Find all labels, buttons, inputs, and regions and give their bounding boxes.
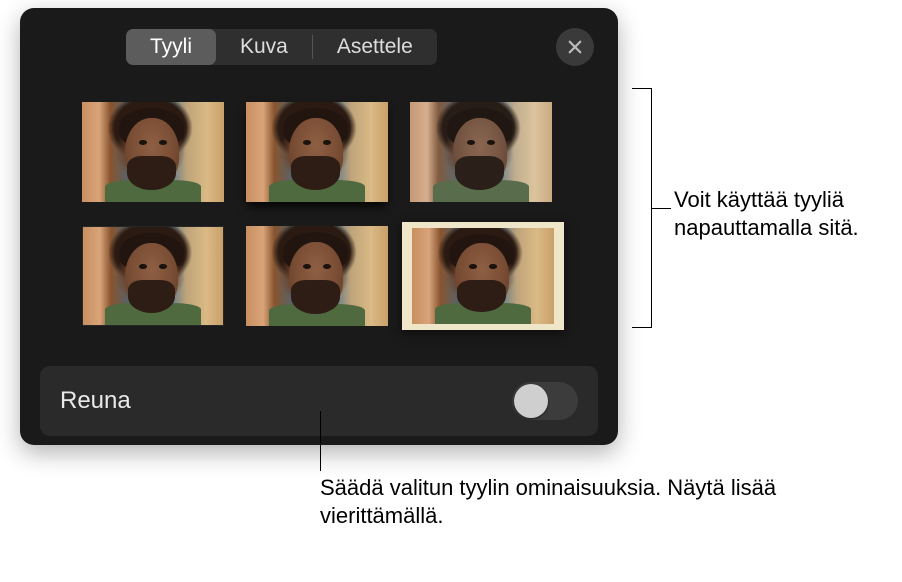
border-row: Reuna — [40, 366, 598, 436]
style-option-2[interactable] — [246, 102, 388, 202]
tabs-group: Tyyli Kuva Asettele — [126, 29, 437, 65]
border-label: Reuna — [60, 387, 131, 415]
tab-bar: Tyyli Kuva Asettele — [20, 8, 618, 74]
tab-arrange[interactable]: Asettele — [313, 29, 437, 65]
format-panel: Tyyli Kuva Asettele Reu — [20, 8, 618, 445]
style-option-5[interactable] — [246, 226, 388, 326]
tab-style[interactable]: Tyyli — [126, 29, 216, 65]
style-option-1[interactable] — [82, 102, 224, 202]
close-button[interactable] — [556, 28, 594, 66]
callout-line — [320, 411, 321, 471]
style-grid — [20, 74, 618, 348]
style-option-3[interactable] — [410, 102, 552, 202]
callout-properties-hint: Säädä valitun tyylin ominaisuuksia. Näyt… — [320, 474, 902, 530]
border-toggle[interactable] — [512, 382, 578, 420]
toggle-knob — [514, 384, 548, 418]
style-option-4[interactable] — [82, 226, 224, 326]
tab-image[interactable]: Kuva — [216, 29, 312, 65]
close-icon — [566, 38, 584, 56]
style-option-6[interactable] — [402, 222, 564, 330]
callout-bracket — [632, 88, 652, 328]
callout-styles-hint: Voit käyttää tyyliä napauttamalla sitä. — [674, 186, 902, 242]
